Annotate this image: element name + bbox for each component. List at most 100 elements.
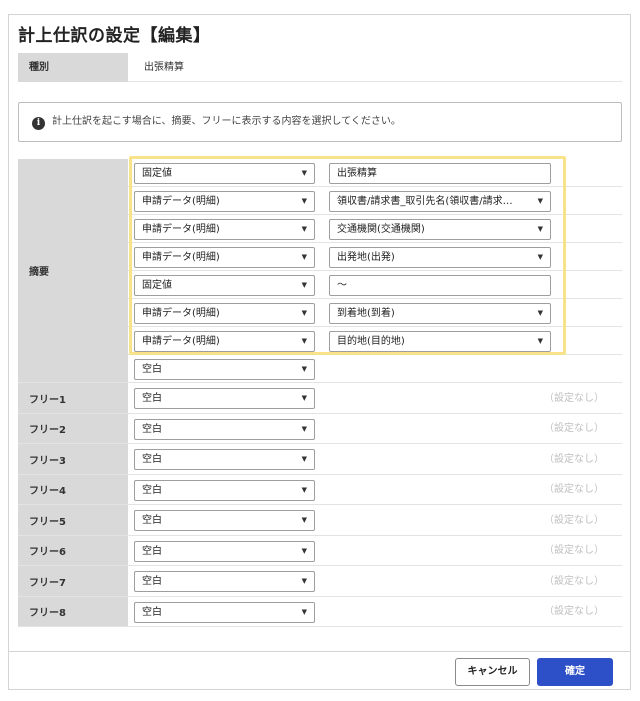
caret-down-icon: ▼ [301,516,307,524]
free-row-label: フリー5 [18,505,128,535]
kind-value: 出張精算 [144,62,184,73]
summary-source-select[interactable]: 申請データ(明細) ▼ [134,219,315,240]
summary-value-input[interactable]: 出張精算 [329,163,551,184]
caret-down-icon: ▼ [537,225,543,233]
select-value: 固定値 [142,280,172,291]
summary-source-select[interactable]: 申請データ(明細) ▼ [134,191,315,212]
not-set-note: （設定なし） [544,423,604,434]
summary-value-select[interactable]: 目的地(目的地) ▼ [329,331,551,352]
caret-down-icon: ▼ [537,337,543,345]
summary-value-input[interactable]: ～ [329,275,551,296]
free-source-select[interactable]: 空白 ▼ [134,388,315,409]
free-row-label: フリー1 [18,383,128,413]
select-value: 空白 [142,546,162,557]
summary-separator [128,298,622,299]
info-box: i 計上仕訳を起こす場合に、摘要、フリーに表示する内容を選択してください。 [18,102,622,142]
not-set-note: （設定なし） [544,484,604,495]
not-set-note: （設定なし） [544,454,604,465]
kind-label: 種別 [18,53,128,82]
caret-down-icon: ▼ [301,425,307,433]
select-value: 目的地(目的地) [337,336,405,347]
not-set-note: （設定なし） [544,606,604,617]
summary-separator [128,214,622,215]
caret-down-icon: ▼ [301,608,307,616]
select-value: 空白 [142,485,162,496]
summary-separator [128,354,622,355]
free-source-select[interactable]: 空白 ▼ [134,419,315,440]
caret-down-icon: ▼ [301,169,307,177]
select-value: 申請データ(明細) [142,196,220,207]
dialog-title: 計上仕訳の設定【編集】 [18,26,211,46]
summary-source-select[interactable]: 申請データ(明細) ▼ [134,247,315,268]
select-value: 申請データ(明細) [142,336,220,347]
caret-down-icon: ▼ [301,486,307,494]
free-source-select[interactable]: 空白 ▼ [134,449,315,470]
select-value: 空白 [142,576,162,587]
cancel-button[interactable]: キャンセル [455,658,530,686]
caret-down-icon: ▼ [537,197,543,205]
caret-down-icon: ▼ [301,253,307,261]
free-row: フリー2 空白 ▼ （設定なし） [18,414,622,444]
caret-down-icon: ▼ [301,281,307,289]
select-value: 申請データ(明細) [142,252,220,263]
caret-down-icon: ▼ [537,309,543,317]
caret-down-icon: ▼ [301,309,307,317]
confirm-button[interactable]: 確定 [537,658,613,686]
free-source-select[interactable]: 空白 ▼ [134,571,315,592]
select-value: 空白 [142,393,162,404]
caret-down-icon: ▼ [301,394,307,402]
summary-source-select[interactable]: 申請データ(明細) ▼ [134,303,315,324]
summary-label: 摘要 [18,159,128,382]
summary-separator [128,326,622,327]
not-set-note: （設定なし） [544,515,604,526]
not-set-note: （設定なし） [544,393,604,404]
summary-source-select[interactable]: 固定値 ▼ [134,275,315,296]
free-source-select[interactable]: 空白 ▼ [134,480,315,501]
summary-source-select[interactable]: 申請データ(明細) ▼ [134,331,315,352]
free-row: フリー3 空白 ▼ （設定なし） [18,444,622,475]
free-row: フリー8 空白 ▼ （設定なし） [18,597,622,627]
free-row: フリー5 空白 ▼ （設定なし） [18,505,622,536]
free-source-select[interactable]: 空白 ▼ [134,602,315,623]
free-row: フリー7 空白 ▼ （設定なし） [18,566,622,597]
free-row-label: フリー8 [18,597,128,626]
caret-down-icon: ▼ [301,365,307,373]
free-row-label: フリー4 [18,475,128,504]
not-set-note: （設定なし） [544,576,604,587]
select-value: 固定値 [142,168,172,179]
select-value: 空白 [142,364,162,375]
free-source-select[interactable]: 空白 ▼ [134,541,315,562]
caret-down-icon: ▼ [301,577,307,585]
select-value: 空白 [142,454,162,465]
caret-down-icon: ▼ [301,455,307,463]
summary-value-select[interactable]: 到着地(到着) ▼ [329,303,551,324]
summary-separator [128,242,622,243]
free-row-label: フリー6 [18,536,128,565]
caret-down-icon: ▼ [301,225,307,233]
select-value: 出発地(出発) [337,252,395,263]
summary-value-select[interactable]: 領収書/請求書_取引先名(領収書/請求… ▼ [329,191,551,212]
free-source-select[interactable]: 空白 ▼ [134,510,315,531]
free-row-label: フリー2 [18,414,128,443]
caret-down-icon: ▼ [301,547,307,555]
free-row-label: フリー3 [18,444,128,474]
select-value: 申請データ(明細) [142,224,220,235]
summary-value-select[interactable]: 出発地(出発) ▼ [329,247,551,268]
select-value: 申請データ(明細) [142,308,220,319]
not-set-note: （設定なし） [544,545,604,556]
info-icon: i [32,117,45,130]
summary-value-select[interactable]: 交通機関(交通機関) ▼ [329,219,551,240]
summary-source-select[interactable]: 空白 ▼ [134,359,315,380]
free-row-label: フリー7 [18,566,128,596]
caret-down-icon: ▼ [537,253,543,261]
free-row: フリー1 空白 ▼ （設定なし） [18,383,622,414]
select-value: 交通機関(交通機関) [337,224,425,235]
summary-separator [128,270,622,271]
select-value: 空白 [142,515,162,526]
select-value: 空白 [142,424,162,435]
kind-row: 種別 出張精算 [18,53,622,82]
select-value: 領収書/請求書_取引先名(領収書/請求… [337,196,513,207]
summary-source-select[interactable]: 固定値 ▼ [134,163,315,184]
summary-separator [128,186,622,187]
dialog-footer [9,651,630,652]
